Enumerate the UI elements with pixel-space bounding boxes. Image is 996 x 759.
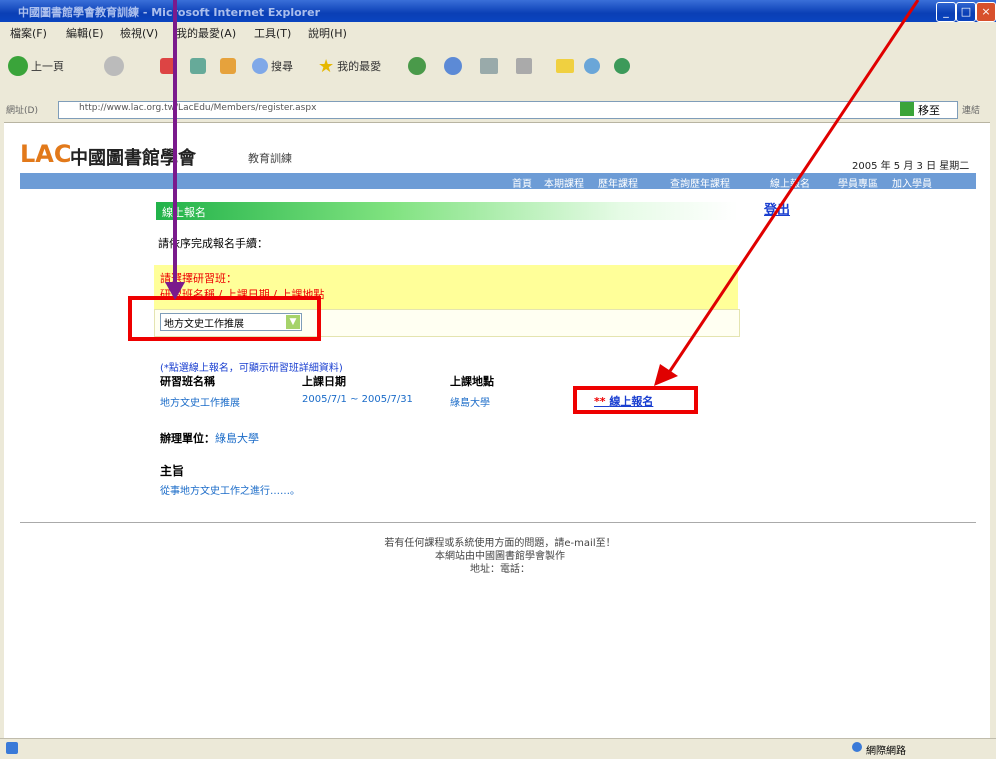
red-arrowhead-icon bbox=[654, 364, 678, 386]
purple-arrowhead-icon bbox=[165, 282, 185, 300]
red-arrow-line bbox=[666, 0, 920, 375]
annotation-arrows bbox=[165, 0, 920, 386]
